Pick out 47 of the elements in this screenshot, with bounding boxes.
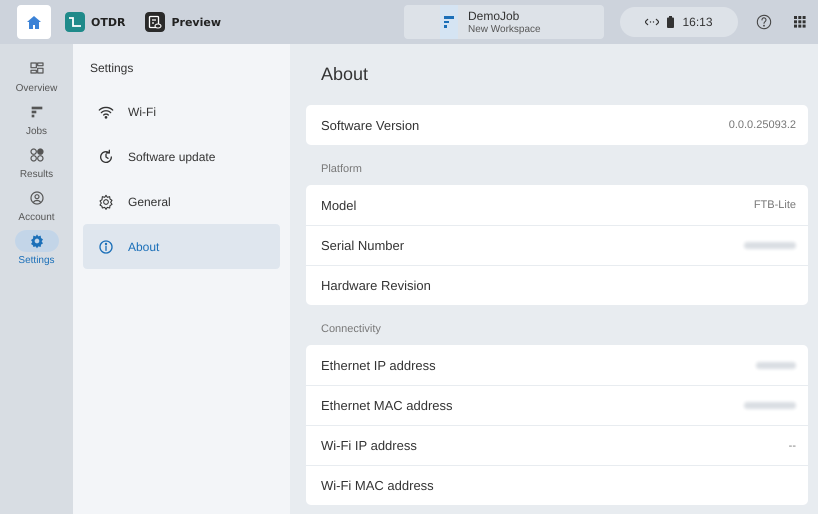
app-button[interactable]: OTDR [59,5,132,39]
blurred-value [744,402,796,409]
row-label: Model [321,198,356,212]
blurred-value [744,242,796,249]
row-value: FTB-Lite [754,199,796,211]
circles-icon [28,147,44,163]
job-title: DemoJob [468,9,520,23]
row-label: Wi-Fi MAC address [321,478,434,493]
blurred-value [756,362,796,368]
row-value: 0.0.0.25093.2 [728,119,796,131]
update-icon [98,148,114,164]
battery-icon [667,16,674,28]
page-title: About [321,64,370,85]
document-eye-icon [145,12,166,32]
row-value: -- [788,440,796,452]
row-label: Ethernet IP address [321,358,436,372]
clock-time: 16:13 [682,15,713,29]
section-heading: Connectivity [321,323,382,335]
row-label: Ethernet MAC address [321,398,453,413]
workspace-name: New Workspace [468,24,541,35]
settings-menu-item[interactable]: Wi-Fi [83,89,280,134]
nav-rail-item[interactable]: Results [14,144,58,180]
bars-icon [440,5,458,39]
nav-rail-item[interactable]: Overview [14,58,58,94]
settings-menu-item[interactable]: Software update [83,134,280,179]
row-label: Software Version [321,118,420,132]
nav-rail-item[interactable]: Jobs [14,101,58,137]
nav-rail-item[interactable]: Account [14,187,58,223]
app-button[interactable]: Preview [139,5,227,39]
home-icon [27,16,41,28]
row-label: Hardware Revision [321,278,431,293]
status-pill[interactable]: 16:13 [620,7,738,37]
trace-icon [65,12,85,32]
account-icon [28,190,44,206]
connection-icon [645,18,660,26]
job-card[interactable]: DemoJob New Workspace [404,5,604,39]
bars-icon [28,104,44,120]
row-label: Wi-Fi IP address [321,438,417,453]
info-icon [98,238,114,254]
settings-menu-item[interactable]: General [83,179,280,224]
row-label: Serial Number [321,238,404,253]
settings-menu-item[interactable]: About [83,224,280,269]
home-button[interactable] [17,5,51,39]
menu-title: Settings [89,60,134,77]
settings-icon [28,233,44,249]
section-heading: Platform [321,163,363,175]
settings-icon [98,194,114,210]
